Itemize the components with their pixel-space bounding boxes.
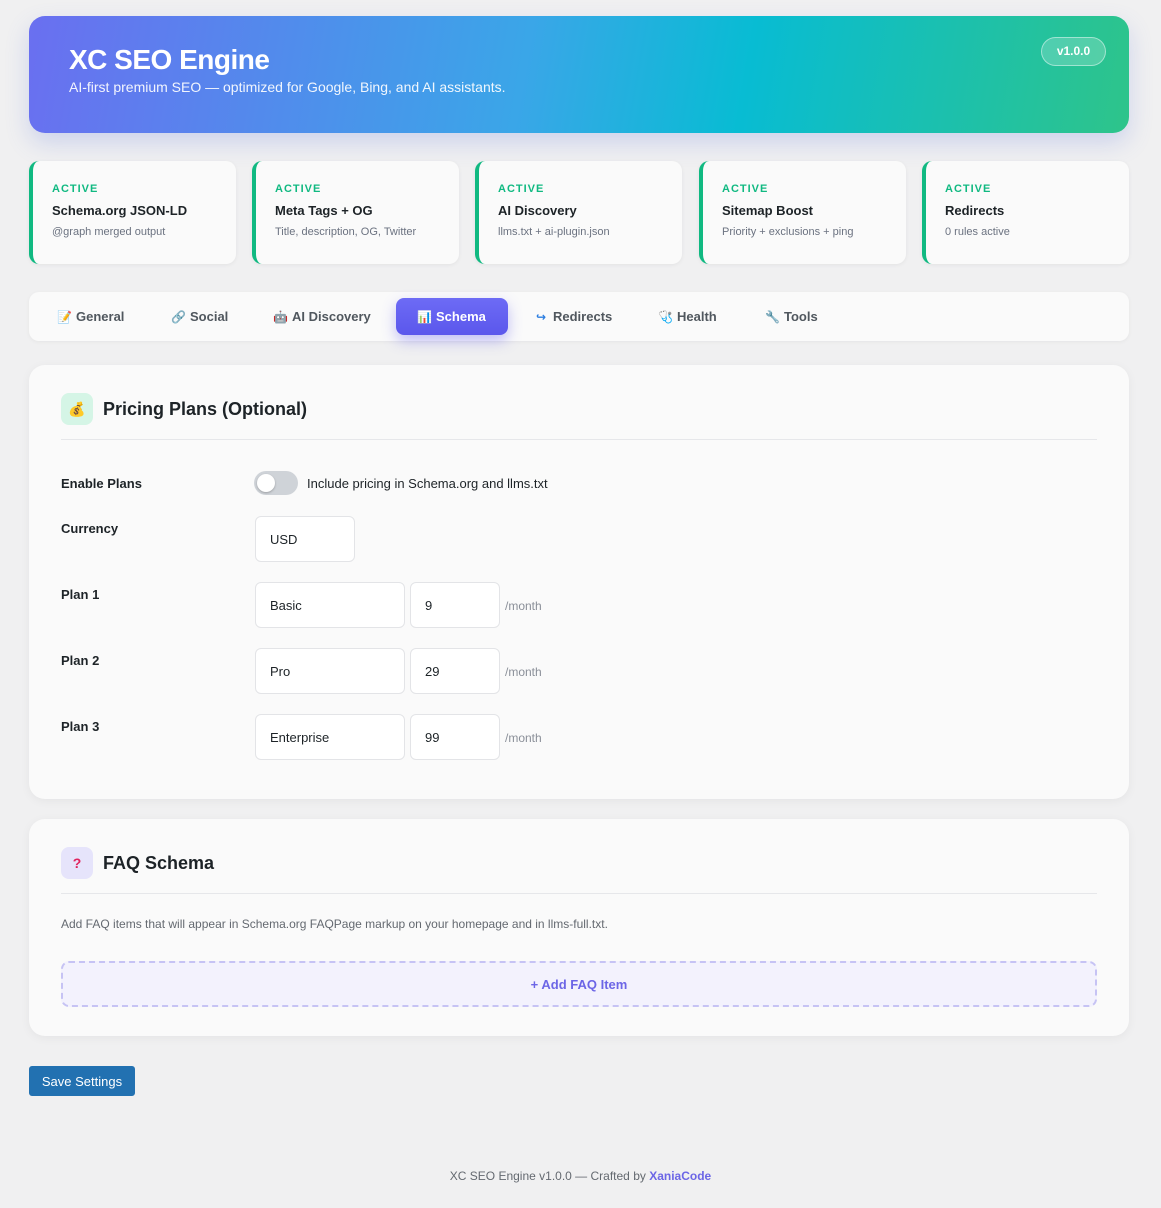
- module-status: ACTIVE: [498, 183, 545, 195]
- plan-2-name-input[interactable]: [255, 648, 405, 694]
- tab-label: Schema: [436, 309, 486, 324]
- redirect-arrow-icon: ↪: [535, 309, 547, 324]
- plan-2-label: Plan 2: [61, 653, 100, 668]
- panel-title: FAQ Schema: [103, 853, 215, 873]
- module-title: Meta Tags + OG: [275, 203, 373, 218]
- module-card-schema: ACTIVE Schema.org JSON-LD @graph merged …: [29, 161, 236, 264]
- tab-label: Redirects: [553, 309, 613, 324]
- tab-label: General: [76, 309, 125, 324]
- module-desc: 0 rules active: [945, 226, 1010, 238]
- module-card-meta-tags: ACTIVE Meta Tags + OG Title, description…: [252, 161, 459, 264]
- plan-1-price-input[interactable]: [410, 582, 500, 628]
- module-status-cards: ACTIVE Schema.org JSON-LD @graph merged …: [29, 161, 1129, 264]
- module-status: ACTIVE: [722, 183, 769, 195]
- bar-chart-icon: 📊: [417, 309, 432, 324]
- robot-icon: 🤖: [273, 309, 288, 324]
- footer-brand-link[interactable]: XaniaCode: [649, 1169, 711, 1183]
- panel-title: Pricing Plans (Optional): [103, 399, 308, 419]
- settings-tabs: 📝 General 🔗 Social 🤖 AI Discovery 📊 Sche…: [29, 292, 1129, 341]
- tab-redirects[interactable]: ↪ Redirects: [522, 298, 624, 335]
- enable-plans-description: Include pricing in Schema.org and llms.t…: [307, 476, 548, 491]
- tab-social[interactable]: 🔗 Social: [159, 298, 240, 335]
- module-card-sitemap: ACTIVE Sitemap Boost Priority + exclusio…: [699, 161, 906, 264]
- module-desc: llms.txt + ai-plugin.json: [498, 226, 610, 238]
- plugin-subtitle: AI-first premium SEO — optimized for Goo…: [69, 79, 506, 95]
- module-desc: Priority + exclusions + ping: [722, 226, 854, 238]
- plan-2-period: /month: [505, 665, 542, 679]
- plan-1-period: /month: [505, 599, 542, 613]
- plan-1-name-input[interactable]: [255, 582, 405, 628]
- question-mark-icon: ?: [61, 847, 93, 879]
- module-card-ai-discovery: ACTIVE AI Discovery llms.txt + ai-plugin…: [475, 161, 682, 264]
- panel-header: 💰 Pricing Plans (Optional): [61, 393, 1097, 440]
- pencil-memo-icon: 📝: [57, 309, 72, 324]
- module-title: Schema.org JSON-LD: [52, 203, 188, 218]
- module-status: ACTIVE: [52, 183, 99, 195]
- tab-label: Social: [190, 309, 229, 324]
- module-title: Sitemap Boost: [722, 203, 814, 218]
- tab-tools[interactable]: 🔧 Tools: [753, 298, 830, 335]
- footer-text: XC SEO Engine v1.0.0 — Crafted by: [449, 1169, 646, 1183]
- tab-general[interactable]: 📝 General: [45, 298, 136, 335]
- module-title: AI Discovery: [498, 203, 577, 218]
- tab-label: Tools: [784, 309, 818, 324]
- tab-label: Health: [677, 309, 717, 324]
- tab-health[interactable]: 🩺 Health: [646, 298, 729, 335]
- toggle-knob: [257, 474, 275, 492]
- module-title: Redirects: [945, 203, 1005, 218]
- panel-header: ? FAQ Schema: [61, 847, 1097, 894]
- stethoscope-icon: 🩺: [658, 309, 673, 324]
- plan-3-name-input[interactable]: [255, 714, 405, 760]
- tab-ai-discovery[interactable]: 🤖 AI Discovery: [261, 298, 383, 335]
- module-status: ACTIVE: [275, 183, 322, 195]
- plugin-title: XC SEO Engine: [69, 44, 270, 75]
- currency-input[interactable]: [255, 516, 355, 562]
- currency-label: Currency: [61, 521, 119, 536]
- tab-label: AI Discovery: [292, 309, 371, 324]
- plan-3-label: Plan 3: [61, 719, 100, 734]
- money-bag-icon: 💰: [61, 393, 93, 425]
- module-desc: @graph merged output: [52, 226, 166, 238]
- enable-plans-toggle[interactable]: [254, 471, 298, 495]
- plan-3-price-input[interactable]: [410, 714, 500, 760]
- wrench-icon: 🔧: [765, 309, 780, 324]
- module-status: ACTIVE: [945, 183, 992, 195]
- add-faq-item-button[interactable]: + Add FAQ Item: [61, 961, 1097, 1007]
- plan-1-label: Plan 1: [61, 587, 100, 602]
- pricing-plans-panel: 💰 Pricing Plans (Optional) Enable Plans …: [29, 365, 1129, 799]
- plugin-header: XC SEO Engine AI-first premium SEO — opt…: [29, 16, 1129, 133]
- module-desc: Title, description, OG, Twitter: [275, 226, 417, 238]
- faq-description: Add FAQ items that will appear in Schema…: [61, 917, 608, 931]
- enable-plans-label: Enable Plans: [61, 476, 142, 491]
- link-icon: 🔗: [171, 309, 186, 324]
- footer: XC SEO Engine v1.0.0 — Crafted by XaniaC…: [0, 1169, 1161, 1183]
- module-card-redirects: ACTIVE Redirects 0 rules active: [922, 161, 1129, 264]
- save-settings-button[interactable]: Save Settings: [29, 1066, 135, 1096]
- version-badge: v1.0.0: [1041, 37, 1106, 66]
- faq-schema-panel: ? FAQ Schema Add FAQ items that will app…: [29, 819, 1129, 1036]
- plan-2-price-input[interactable]: [410, 648, 500, 694]
- plan-3-period: /month: [505, 731, 542, 745]
- tab-schema[interactable]: 📊 Schema: [396, 298, 508, 335]
